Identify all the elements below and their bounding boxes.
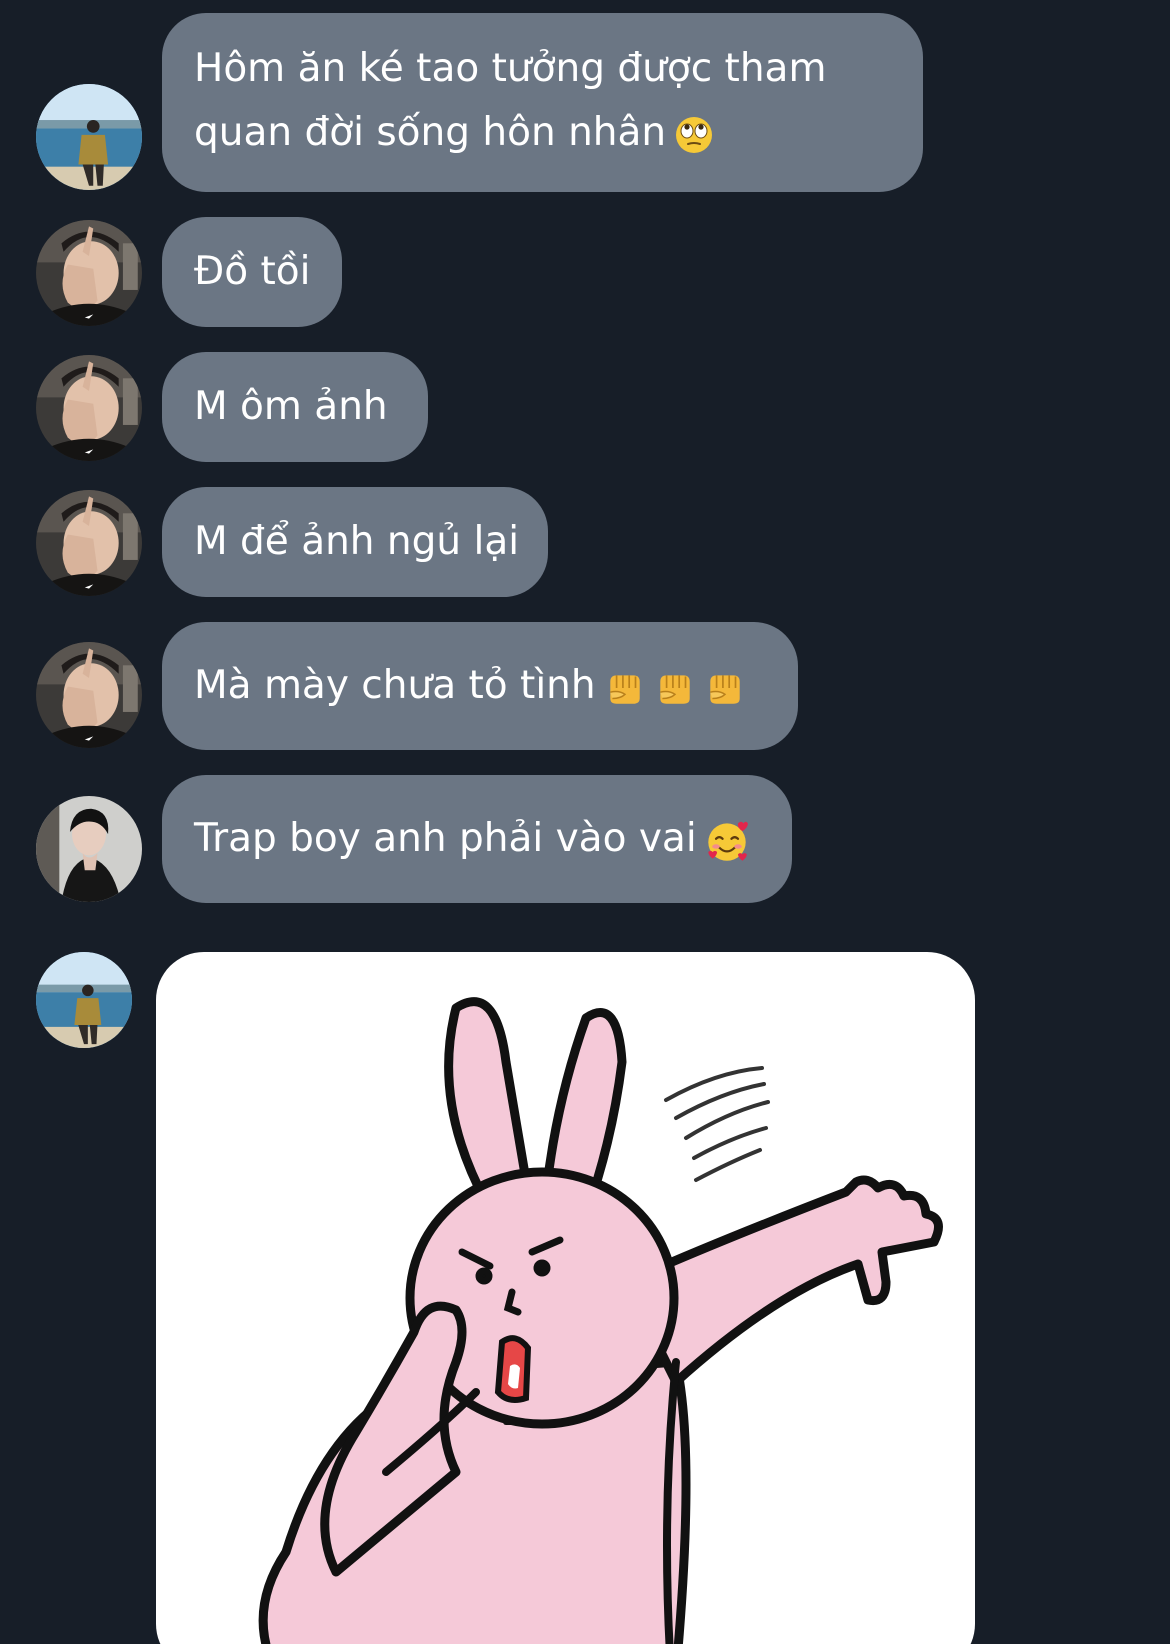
message-bubble[interactable]: Hôm ăn ké tao tưởng được tham quan đời s… xyxy=(162,13,923,192)
pink-rabbit-thumbs-down-sticker xyxy=(258,997,943,1644)
message-text: M ôm ảnh xyxy=(194,384,388,429)
avatar[interactable] xyxy=(36,84,142,190)
oncoming-fist-icon xyxy=(704,667,746,709)
message-bubble[interactable]: Mà mày chưa tỏ tình xyxy=(162,622,798,750)
sticker-message[interactable] xyxy=(156,952,975,1644)
message-text: quan đời sống hôn nhân xyxy=(194,110,667,155)
message-bubble[interactable]: M ôm ảnh xyxy=(162,352,428,462)
message-text: M để ảnh ngủ lại xyxy=(194,519,520,564)
avatar[interactable] xyxy=(36,796,142,902)
avatar[interactable] xyxy=(36,490,142,596)
message-text: Trap boy anh phải vào vai xyxy=(194,816,697,861)
avatar[interactable] xyxy=(36,220,142,326)
message-text: Mà mày chưa tỏ tình xyxy=(194,663,596,708)
message-bubble[interactable]: Đồ tồi xyxy=(162,217,342,327)
message-bubble[interactable]: Trap boy anh phải vào vai xyxy=(162,775,792,903)
message-text: Hôm ăn ké tao tưởng được tham xyxy=(194,46,827,91)
message-bubble[interactable]: M để ảnh ngủ lại xyxy=(162,487,548,597)
smiling-face-with-hearts-icon xyxy=(705,819,749,863)
oncoming-fist-icon xyxy=(654,667,696,709)
avatar[interactable] xyxy=(36,355,142,461)
avatar[interactable] xyxy=(36,642,142,748)
message-text: Đồ tồi xyxy=(194,249,311,294)
oncoming-fist-icon xyxy=(604,667,646,709)
chat-thread: Hôm ăn ké tao tưởng được tham quan đời s… xyxy=(0,0,1170,1644)
face-with-rolling-eyes-icon xyxy=(674,115,714,155)
avatar[interactable] xyxy=(36,952,132,1048)
